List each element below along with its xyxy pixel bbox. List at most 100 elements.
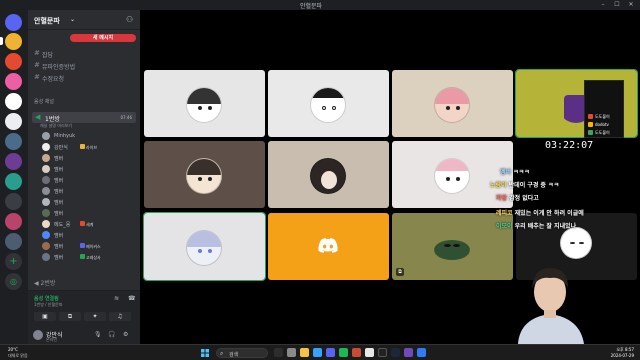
- discord-window: 안혈문파 – ☐ ✕ + ◎ 안혈문파 ⌄ ⚇ 새 메시지 # 잡담 # 뮤파인…: [0, 0, 640, 344]
- add-user-icon[interactable]: ⚇: [126, 15, 133, 24]
- member-row[interactable]: 멤버: [42, 176, 134, 185]
- discord-logo-icon: [318, 238, 338, 253]
- soundboard-button[interactable]: ♫: [109, 312, 131, 321]
- participant-tile[interactable]: [392, 141, 513, 208]
- server-icon[interactable]: [5, 73, 22, 90]
- chat-line: 파랑 감정 없다고: [496, 193, 539, 202]
- member-row[interactable]: 멤버: [42, 209, 134, 218]
- server-header[interactable]: 안혈문파 ⌄ ⚇: [28, 10, 140, 30]
- participant-tile[interactable]: [392, 70, 513, 137]
- avatar: [42, 132, 50, 140]
- participant-tile[interactable]: [144, 70, 265, 137]
- member-row[interactable]: 멤버 메이커스: [42, 242, 134, 251]
- member-name: 멤버: [54, 178, 64, 184]
- member-row[interactable]: 멤버: [42, 154, 134, 163]
- taskbar-app-icon[interactable]: [352, 348, 361, 357]
- signal-icon[interactable]: ≋: [114, 295, 119, 302]
- voice-channel-time: 07:46: [120, 115, 132, 120]
- member-row[interactable]: 강만식 라이브: [42, 143, 134, 152]
- member-name: 멤버: [54, 244, 64, 250]
- member-row[interactable]: 멤버: [42, 187, 134, 196]
- weather-widget[interactable]: 20°C 대체로 맑음: [8, 347, 28, 358]
- chat-line: 레피코 재밌는 이게 안 하려 이글에: [496, 208, 584, 217]
- server-icon[interactable]: [5, 153, 22, 170]
- title-bar: 안혈문파 – ☐ ✕: [0, 0, 640, 10]
- member-row[interactable]: Minhyuk: [42, 132, 134, 141]
- headphones-icon[interactable]: 🎧: [108, 331, 115, 338]
- chat-name: 레피코: [496, 210, 513, 217]
- sponsor-icon: [588, 130, 593, 135]
- member-name: 멤버: [54, 156, 64, 162]
- voice-category-header[interactable]: 음성 채널: [34, 98, 54, 105]
- badge-icon: [80, 254, 85, 259]
- server-name: 안혈문파: [34, 17, 60, 25]
- taskbar-app-icon[interactable]: [274, 348, 283, 357]
- close-button[interactable]: ✕: [624, 0, 638, 10]
- chat-line: 이모이 우리 배추는 잘 지내있나: [496, 221, 576, 230]
- system-clock[interactable]: 오후 8:57 2024-07-29: [602, 347, 634, 358]
- server-icon[interactable]: [5, 193, 22, 210]
- avatar[interactable]: [33, 330, 43, 340]
- home-icon[interactable]: [5, 14, 22, 31]
- server-icon[interactable]: [5, 133, 22, 150]
- activity-button[interactable]: ✦: [84, 312, 106, 321]
- chat-name: 멤버: [500, 169, 512, 176]
- server-icon[interactable]: [5, 233, 22, 250]
- server-icon[interactable]: [5, 113, 22, 130]
- member-row[interactable]: 멤버 고레상사: [42, 253, 134, 262]
- server-icon[interactable]: [5, 53, 22, 70]
- mic-icon[interactable]: 🎙: [94, 331, 102, 338]
- camera-button[interactable]: ▣: [34, 312, 56, 321]
- voice-channel-2[interactable]: ◀ 2번방: [34, 278, 55, 287]
- taskbar-app-icon[interactable]: [313, 348, 322, 357]
- participant-tile[interactable]: [268, 213, 389, 280]
- voice-channel-1[interactable]: ◀ 1번방 07:46: [32, 112, 136, 123]
- participant-tile[interactable]: ⧉: [392, 213, 513, 280]
- avatar: [42, 231, 50, 239]
- disconnect-icon[interactable]: ☎: [128, 295, 135, 302]
- taskbar-app-icon[interactable]: [417, 348, 426, 357]
- sponsor-row: 도도불이: [588, 113, 622, 120]
- channel-item[interactable]: # 수정요청: [32, 72, 136, 83]
- member-name: 멤버: [54, 200, 64, 206]
- steam-icon[interactable]: [391, 348, 400, 357]
- add-server-icon[interactable]: +: [5, 253, 22, 270]
- channel-item[interactable]: # 잡담: [32, 48, 136, 59]
- chat-name: 파랑: [496, 195, 508, 202]
- folder-icon[interactable]: [300, 348, 309, 357]
- server-icon[interactable]: [5, 33, 22, 50]
- participant-tile[interactable]: [268, 70, 389, 137]
- explore-icon[interactable]: ◎: [5, 273, 22, 290]
- taskbar-app-icon[interactable]: [287, 348, 296, 357]
- taskbar-app-icon[interactable]: [339, 348, 348, 357]
- server-icon[interactable]: [5, 93, 22, 110]
- discord-icon[interactable]: [326, 348, 335, 357]
- member-name: 멤버: [54, 189, 64, 195]
- avatar: [42, 220, 50, 228]
- taskbar-app-icon[interactable]: [404, 348, 413, 357]
- avatar: [42, 253, 50, 261]
- member-tag: 라이브: [86, 145, 98, 150]
- member-row[interactable]: 멤버: [42, 165, 134, 174]
- member-row[interactable]: 멤버: [42, 231, 134, 240]
- server-icon[interactable]: [5, 213, 22, 230]
- server-icon[interactable]: [5, 173, 22, 190]
- maximize-button[interactable]: ☐: [610, 0, 624, 10]
- new-messages-badge[interactable]: 새 메시지: [70, 34, 136, 42]
- badge-icon: [80, 243, 85, 248]
- taskbar-app-icon[interactable]: [378, 348, 387, 357]
- windows-start-icon[interactable]: [201, 349, 209, 357]
- screen-share-button[interactable]: ⧉: [59, 312, 81, 321]
- taskbar-search[interactable]: ⌕ 검색: [216, 348, 268, 358]
- channel-item[interactable]: # 뮤파인증방법: [32, 60, 136, 71]
- participant-tile[interactable]: [144, 141, 265, 208]
- member-row[interactable]: 멤버: [42, 198, 134, 207]
- chrome-icon[interactable]: [365, 348, 374, 357]
- minimize-button[interactable]: –: [596, 0, 610, 10]
- participant-tile[interactable]: [143, 212, 266, 281]
- gear-icon[interactable]: ⚙: [123, 331, 128, 338]
- sponsor-row: dodotv: [588, 121, 622, 128]
- avatar: [42, 143, 50, 151]
- member-row[interactable]: 메도_뭉 세계: [42, 220, 134, 229]
- participant-tile[interactable]: [268, 141, 389, 208]
